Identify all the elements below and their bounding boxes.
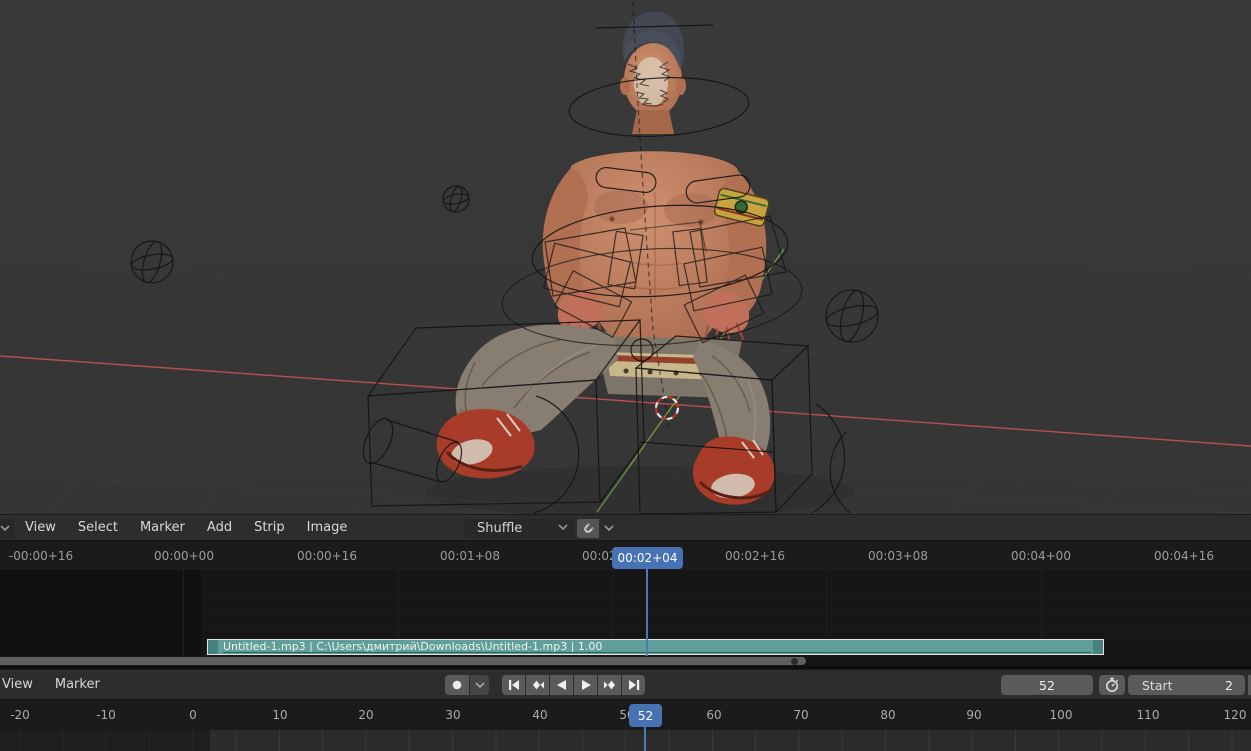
- menu-strip[interactable]: Strip: [243, 520, 296, 535]
- start-frame-field[interactable]: Start 2: [1128, 675, 1245, 695]
- timeline-ruler[interactable]: -20 -10 0 10 20 30 40 50 60 70 80 90 100…: [0, 700, 1251, 730]
- use-preview-range-button[interactable]: [1099, 675, 1125, 695]
- start-frame-label: Start: [1142, 677, 1173, 693]
- chevron-down-icon: [474, 681, 485, 688]
- frame-tick-label: 110: [1136, 708, 1160, 722]
- chevron-down-icon: [0, 525, 10, 532]
- play-reverse-icon: [556, 680, 566, 690]
- time-tick-label: 00:03+08: [868, 549, 928, 563]
- frame-tick-label: 70: [793, 708, 809, 722]
- menu-view[interactable]: View: [14, 520, 67, 535]
- menu-image[interactable]: Image: [296, 520, 359, 535]
- jump-to-end-button[interactable]: [622, 675, 645, 695]
- current-frame-value: 52: [1039, 677, 1055, 693]
- chevron-down-icon: [603, 525, 614, 532]
- frame-tick-label: 10: [272, 708, 288, 722]
- out-of-range-shading: [0, 570, 201, 656]
- scrollbar-handle[interactable]: [0, 657, 806, 665]
- chevron-down-icon: [558, 524, 568, 531]
- time-tick-label: 00:02+16: [725, 549, 785, 563]
- frame-tick-label: 60: [706, 708, 722, 722]
- jump-to-start-icon: [508, 680, 519, 690]
- audio-strip-label: Untitled-1.mp3 | C:\Users\дмитрий\Downlo…: [223, 640, 1091, 653]
- play-icon: [581, 680, 591, 690]
- viewport-3d[interactable]: [0, 0, 1251, 514]
- keying-options-dropdown[interactable]: [470, 675, 489, 695]
- play-button[interactable]: [574, 675, 597, 695]
- jump-to-next-keyframe-button[interactable]: [598, 675, 621, 695]
- sequencer-playhead[interactable]: [646, 568, 648, 656]
- time-tick-label: 00:00+16: [297, 549, 357, 563]
- frame-tick-label: 80: [880, 708, 896, 722]
- time-tick-label: -00:00+16: [8, 549, 74, 563]
- blender-window: View Select Marker Add Strip Image Shuff…: [0, 0, 1251, 751]
- frame-tick-label: -10: [96, 708, 116, 722]
- audio-strip[interactable]: Untitled-1.mp3 | C:\Users\дмитрий\Downlo…: [207, 639, 1104, 655]
- snap-options-dropdown[interactable]: [600, 519, 617, 538]
- sequencer-timeline-area[interactable]: Untitled-1.mp3 | C:\Users\дмитрий\Downlo…: [0, 570, 1251, 656]
- frame-tick-label: 40: [532, 708, 548, 722]
- jump-to-start-button[interactable]: [502, 675, 525, 695]
- current-time-indicator[interactable]: 00:02+04: [612, 547, 683, 569]
- strip-right-handle[interactable]: [1093, 640, 1103, 654]
- jump-to-prev-keyframe-button[interactable]: [526, 675, 549, 695]
- time-tick-label: 00:00+00: [154, 549, 214, 563]
- frame-tick-label: 90: [966, 708, 982, 722]
- frame-tick-label: 20: [358, 708, 374, 722]
- stopwatch-icon: [1106, 677, 1119, 692]
- current-frame-indicator[interactable]: 52: [629, 704, 662, 727]
- timeline-track-area[interactable]: [0, 730, 1251, 751]
- jump-to-end-icon: [628, 680, 639, 690]
- magnet-icon: [584, 522, 594, 533]
- sequencer-menubar: View Select Marker Add Strip Image: [14, 515, 358, 540]
- menu-select[interactable]: Select: [67, 520, 129, 535]
- menu-marker[interactable]: Marker: [129, 520, 196, 535]
- frame-tick-label: 100: [1049, 708, 1073, 722]
- overlap-mode-value: Shuffle: [477, 521, 523, 536]
- frame-tick-label: 120: [1223, 708, 1247, 722]
- start-frame-value: 2: [1225, 677, 1233, 693]
- sequencer-hscrollbar[interactable]: [0, 656, 1251, 666]
- strip-left-handle[interactable]: [208, 640, 218, 654]
- snap-toggle-button[interactable]: [577, 519, 599, 538]
- play-reverse-button[interactable]: [550, 675, 573, 695]
- jump-to-next-keyframe-icon: [603, 680, 615, 690]
- menu-add[interactable]: Add: [196, 520, 243, 535]
- frame-tick-label: -20: [10, 708, 30, 722]
- record-dot-icon: [452, 680, 462, 690]
- time-tick-label: 00:04+16: [1154, 549, 1214, 563]
- out-of-range-shading: [0, 730, 210, 751]
- timeline-playhead[interactable]: [644, 727, 646, 751]
- current-frame-field[interactable]: 52: [1001, 675, 1093, 695]
- timeline-header: View Marker 52 Start 2: [0, 669, 1251, 700]
- editor-type-dropdown[interactable]: [0, 519, 14, 538]
- time-tick-label: 00:01+08: [440, 549, 500, 563]
- timeline-menubar: View Marker: [0, 670, 111, 699]
- menu-marker[interactable]: Marker: [44, 677, 111, 692]
- menu-view[interactable]: View: [0, 677, 44, 692]
- frame-tick-label: 30: [445, 708, 461, 722]
- jump-to-prev-keyframe-icon: [532, 680, 544, 690]
- overlap-mode-dropdown[interactable]: Shuffle: [464, 519, 574, 538]
- auto-keyframe-button[interactable]: [445, 675, 469, 695]
- scrollbar-knob: [791, 658, 798, 665]
- sequencer-header: View Select Marker Add Strip Image Shuff…: [0, 514, 1251, 541]
- frame-tick-label: 0: [189, 708, 197, 722]
- time-tick-label: 00:04+00: [1011, 549, 1071, 563]
